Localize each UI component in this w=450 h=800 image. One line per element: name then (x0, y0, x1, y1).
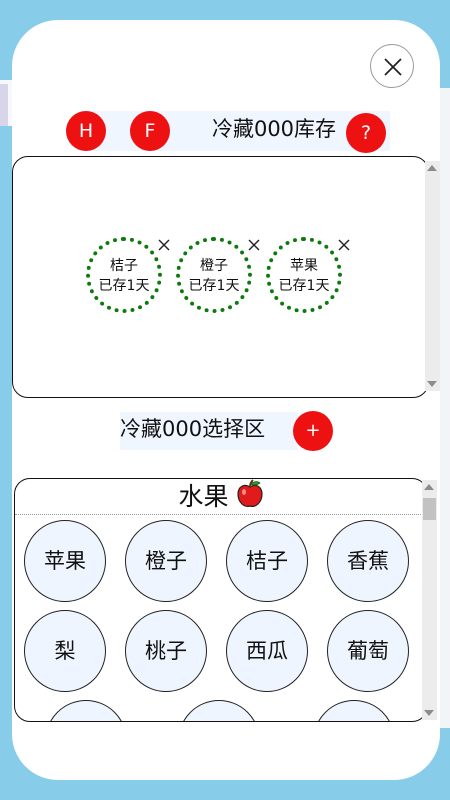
fruit-option[interactable]: 香蕉 (327, 520, 409, 602)
scroll-up-icon[interactable] (427, 165, 437, 171)
inventory-header: H F 冷藏000库存 ? (66, 111, 390, 153)
remove-item-icon[interactable] (337, 238, 351, 252)
inventory-item-name: 桔子 (110, 258, 138, 274)
h-button[interactable]: H (66, 111, 106, 151)
fruit-option[interactable]: 西瓜 (226, 610, 308, 692)
inventory-item-name: 苹果 (290, 258, 318, 274)
fruit-option[interactable]: 梨 (24, 610, 106, 692)
category-label: 水果 (178, 482, 229, 511)
inventory-scrollbar[interactable] (425, 161, 440, 391)
apple-icon (236, 479, 263, 507)
remove-item-icon[interactable] (247, 238, 261, 252)
inventory-item-days: 已存1天 (188, 278, 240, 294)
inventory-title: 冷藏000库存 (211, 117, 337, 141)
add-button[interactable]: + (293, 411, 333, 451)
background-strip-inner (0, 84, 8, 126)
fruit-option[interactable]: 苹果 (24, 520, 106, 602)
scroll-thumb[interactable] (423, 498, 436, 520)
remove-item-icon[interactable] (157, 238, 171, 252)
inventory-item-days: 已存1天 (98, 278, 150, 294)
help-button[interactable]: ? (346, 113, 386, 153)
category-header: 水果 (15, 479, 427, 515)
fruit-option[interactable] (313, 700, 395, 721)
close-icon (384, 58, 402, 76)
scroll-down-icon[interactable] (424, 710, 434, 716)
selection-title: 冷藏000选择区 (120, 417, 266, 441)
inventory-item[interactable]: 桔子 已存1天 (86, 237, 162, 313)
selection-scrollbar[interactable] (422, 480, 437, 720)
inventory-item-days: 已存1天 (278, 278, 330, 294)
fruit-option[interactable]: 橙子 (125, 520, 207, 602)
inventory-panel[interactable]: 桔子 已存1天 橙子 已存1天 苹果 已存1天 (12, 156, 440, 398)
fruit-option[interactable] (178, 700, 260, 721)
inventory-modal: H F 冷藏000库存 ? 桔子 已存1天 橙子 已存1天 苹果 已存1天 冷藏… (12, 20, 440, 780)
inventory-item-name: 橙子 (200, 258, 228, 274)
fruit-option[interactable]: 桃子 (125, 610, 207, 692)
selection-header: 冷藏000选择区 (120, 412, 298, 450)
inventory-item[interactable]: 苹果 已存1天 (266, 237, 342, 313)
fruit-option[interactable]: 葡萄 (327, 610, 409, 692)
close-button[interactable] (370, 44, 414, 88)
f-button[interactable]: F (130, 111, 170, 151)
scroll-down-icon[interactable] (427, 381, 437, 387)
selection-panel[interactable]: 水果 苹果 橙子 桔子 香蕉 梨 桃子 西瓜 葡萄 (14, 478, 428, 722)
inventory-item[interactable]: 橙子 已存1天 (176, 237, 252, 313)
fruit-option[interactable]: 桔子 (226, 520, 308, 602)
fruit-option[interactable] (45, 700, 127, 721)
scroll-up-icon[interactable] (424, 484, 434, 490)
